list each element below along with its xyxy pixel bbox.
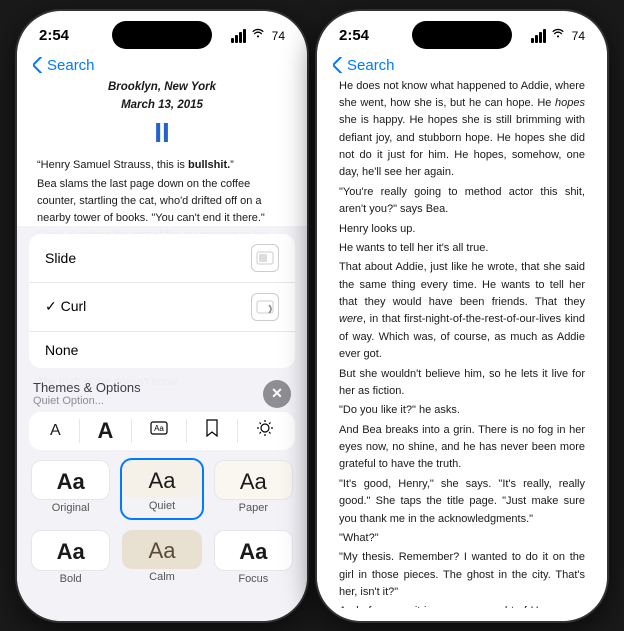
- battery-text-left: 74: [272, 29, 285, 43]
- right-phone-screen: 2:54 74 Sea: [317, 11, 607, 621]
- large-font-button[interactable]: A: [98, 418, 114, 444]
- nav-bar-left[interactable]: Search: [17, 55, 307, 78]
- theme-quiet-label: Quiet: [122, 500, 201, 512]
- reading-para-10: "What?": [339, 530, 585, 547]
- svg-text:Aa: Aa: [154, 424, 164, 433]
- font-style-icon[interactable]: Aa: [150, 419, 168, 442]
- brightness-icon[interactable]: [256, 419, 274, 442]
- slide-option-right: [251, 244, 279, 272]
- theme-card-bold[interactable]: Aa Bold: [29, 528, 112, 590]
- theme-card-quiet[interactable]: Aa Quiet: [120, 458, 203, 520]
- chapter-number: II: [37, 118, 287, 149]
- reading-para-1: He does not know what happened to Addie,…: [339, 78, 585, 182]
- toolbar-divider-1: [79, 419, 80, 443]
- reading-para-3: Henry looks up.: [339, 221, 585, 238]
- reading-para-4: He wants to tell her it's all true.: [339, 240, 585, 257]
- toolbar-divider-4: [237, 419, 238, 443]
- slide-option-curl[interactable]: ✓ Curl: [29, 283, 295, 332]
- slide-icon: [251, 244, 279, 272]
- reading-para-11: "My thesis. Remember? I wanted to do it …: [339, 549, 585, 601]
- bottom-panel: Slide ✓ Curl: [17, 226, 307, 621]
- reading-para-5: That about Addie, just like he wrote, th…: [339, 259, 585, 363]
- status-bar-right: 2:54 74: [317, 11, 607, 55]
- theme-original-inner: Aa: [31, 460, 110, 500]
- theme-paper-aa: Aa: [221, 469, 286, 495]
- theme-original-label: Original: [31, 502, 110, 514]
- theme-quiet-inner: Aa: [122, 460, 201, 498]
- theme-focus-aa: Aa: [221, 539, 286, 565]
- reading-content: He does not know what happened to Addie,…: [317, 78, 607, 608]
- themes-title: Themes & Options: [33, 380, 141, 395]
- slide-option-slide[interactable]: Slide: [29, 234, 295, 283]
- theme-card-original[interactable]: Aa Original: [29, 458, 112, 520]
- status-icons-left: 74: [231, 28, 285, 43]
- themes-subtitle: Quiet Option...: [33, 395, 141, 407]
- close-button[interactable]: ✕: [263, 380, 291, 408]
- signal-icon: [231, 29, 246, 43]
- battery-text-right: 74: [572, 29, 585, 43]
- back-label-left: Search: [47, 57, 95, 74]
- reading-para-6: But she wouldn't believe him, so he lets…: [339, 366, 585, 401]
- curl-icon: [251, 293, 279, 321]
- left-phone-screen: 2:54 74 Sea: [17, 11, 307, 621]
- font-toolbar: A A Aa: [29, 412, 295, 450]
- theme-focus-inner: Aa: [214, 530, 293, 570]
- right-phone: 2:54 74 Sea: [317, 11, 607, 621]
- back-label-right: Search: [347, 57, 395, 74]
- signal-icon-right: [531, 29, 546, 43]
- back-button-right[interactable]: Search: [333, 57, 395, 74]
- theme-calm-aa: Aa: [128, 538, 195, 564]
- back-button-left[interactable]: Search: [33, 57, 95, 74]
- slide-label: Slide: [45, 250, 76, 266]
- themes-grid: Aa Original Aa Quiet Aa Pap: [17, 458, 307, 591]
- wifi-icon-right: [551, 28, 567, 43]
- slide-option-none[interactable]: None: [29, 332, 295, 368]
- theme-paper-inner: Aa: [214, 460, 293, 500]
- status-time-right: 2:54: [339, 27, 369, 44]
- reading-para-8: And Bea breaks into a grin. There is no …: [339, 422, 585, 474]
- curl-option-right: [251, 293, 279, 321]
- theme-quiet-aa: Aa: [128, 468, 195, 494]
- small-font-button[interactable]: A: [50, 422, 61, 440]
- theme-focus-label: Focus: [214, 573, 293, 585]
- reading-para-7: "Do you like it?" he asks.: [339, 402, 585, 419]
- theme-bold-aa: Aa: [38, 539, 103, 565]
- slide-options-panel: Slide ✓ Curl: [29, 234, 295, 368]
- reading-para-9: "It's good, Henry," she says. "It's real…: [339, 476, 585, 528]
- bookmark-icon[interactable]: [205, 419, 219, 442]
- theme-card-calm[interactable]: Aa Calm: [120, 528, 203, 590]
- reading-para-12: And of course, it is. ought of Henry run…: [339, 603, 585, 607]
- left-phone: 2:54 74 Sea: [17, 11, 307, 621]
- theme-card-focus[interactable]: Aa Focus: [212, 528, 295, 590]
- theme-original-aa: Aa: [38, 469, 103, 495]
- book-paragraph: “Henry Samuel Strauss, this is bullshit.…: [37, 157, 287, 174]
- none-label: None: [45, 342, 78, 358]
- curl-label: ✓ Curl: [45, 298, 86, 315]
- theme-paper-label: Paper: [214, 502, 293, 514]
- wifi-icon: [251, 28, 267, 43]
- theme-calm-inner: Aa: [122, 530, 201, 568]
- nav-bar-right[interactable]: Search: [317, 55, 607, 78]
- status-time-left: 2:54: [39, 27, 69, 44]
- toolbar-divider-3: [186, 419, 187, 443]
- theme-bold-label: Bold: [31, 573, 110, 585]
- theme-calm-label: Calm: [122, 571, 201, 583]
- status-icons-right: 74: [531, 28, 585, 43]
- reading-para-2: "You're really going to method actor thi…: [339, 184, 585, 219]
- theme-bold-inner: Aa: [31, 530, 110, 570]
- status-bar-left: 2:54 74: [17, 11, 307, 55]
- themes-header: Themes & Options Quiet Option... ✕: [17, 376, 307, 412]
- book-location: Brooklyn, New YorkMarch 13, 2015: [37, 78, 287, 115]
- theme-card-paper[interactable]: Aa Paper: [212, 458, 295, 520]
- toolbar-divider-2: [131, 419, 132, 443]
